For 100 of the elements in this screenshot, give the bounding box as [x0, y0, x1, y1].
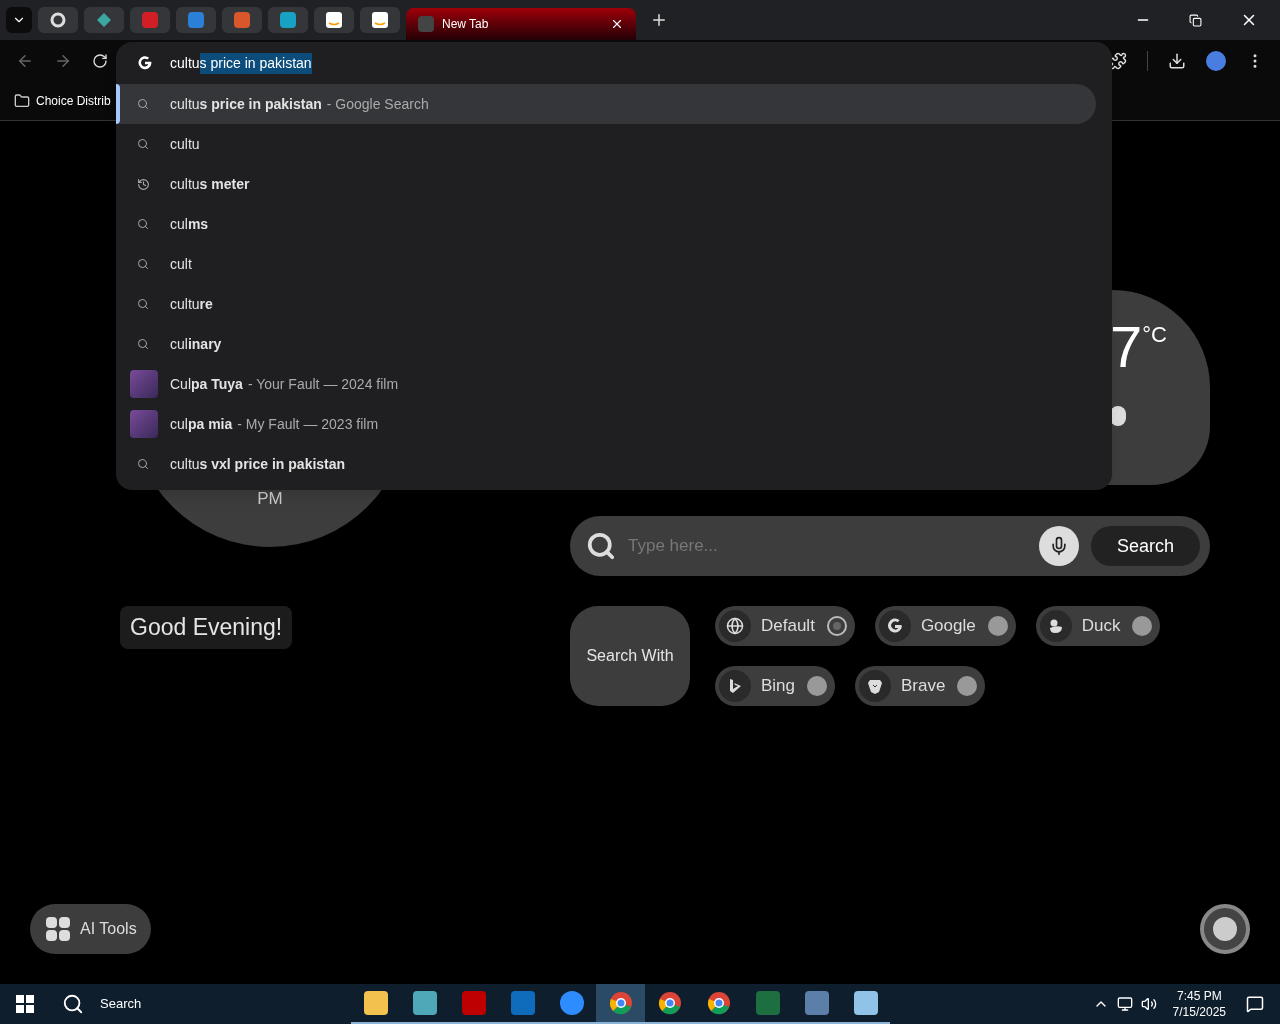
taskbar-app[interactable]: [596, 984, 646, 1024]
pinned-tab[interactable]: [360, 7, 400, 33]
folder-icon: [14, 93, 30, 109]
new-tab-icon[interactable]: [650, 11, 668, 29]
search-icon: [137, 298, 149, 310]
temperature-value: 7: [1110, 318, 1143, 376]
suggestion-item[interactable]: cultus price in pakistan - Google Search: [116, 84, 1096, 124]
clock-date[interactable]: 7/15/2025: [1172, 1004, 1226, 1020]
network-icon[interactable]: [1116, 996, 1133, 1012]
suggestion-item[interactable]: culpa mia - My Fault — 2023 film: [116, 404, 1096, 444]
search-field[interactable]: Type here... Search: [570, 516, 1210, 576]
suggestion-item[interactable]: culms: [116, 204, 1096, 244]
app-icon: [510, 991, 535, 1015]
browser-app-icon: [706, 991, 731, 1015]
record-button[interactable]: [1200, 904, 1250, 954]
globe-icon: [719, 610, 751, 642]
suggestion-text: Culpa Tuya: [170, 374, 243, 394]
suggestion-item[interactable]: culinary: [116, 324, 1096, 364]
tab-title: New Tab: [442, 16, 490, 33]
search-icon[interactable]: [62, 993, 84, 1015]
suggestion-item[interactable]: culture: [116, 284, 1096, 324]
reload-icon[interactable]: [92, 53, 108, 69]
suggestion-detail: - Google Search: [326, 94, 429, 114]
greeting-text: Good Evening!: [120, 606, 293, 649]
suggestion-item[interactable]: cult: [116, 244, 1096, 284]
thumbnail-placeholder: [130, 370, 158, 398]
suggestion-text: culture: [170, 294, 213, 314]
suggestion-item[interactable]: cultus vxl price in pakistan: [116, 444, 1096, 484]
engine-option[interactable]: Bing: [715, 666, 836, 706]
microphone-button[interactable]: [1038, 526, 1079, 566]
site-logo-icon: [188, 12, 204, 28]
browser-app-icon: [608, 991, 633, 1015]
search-button[interactable]: Search: [1090, 526, 1200, 566]
app-icon: [755, 991, 780, 1015]
app-icon: [853, 991, 878, 1015]
suggestion-item[interactable]: cultus meter: [116, 164, 1096, 204]
clock-time[interactable]: 7:45 PM: [1176, 988, 1222, 1004]
suggestion-text: cultus vxl price in pakistan: [170, 454, 346, 474]
suggestion-text: cult: [170, 254, 192, 274]
duck-icon: [1039, 610, 1072, 642]
restore-icon[interactable]: [1189, 13, 1202, 27]
temperature-unit: °C: [1142, 321, 1167, 349]
suggestion-text: culpa mia: [170, 414, 233, 434]
app-icon: [804, 991, 829, 1015]
search-icon: [137, 98, 149, 110]
ring-logo-icon: [50, 12, 66, 28]
forward-icon[interactable]: [54, 52, 72, 70]
ai-tools-button[interactable]: AI Tools: [30, 904, 151, 954]
radio-indicator[interactable]: [826, 616, 847, 636]
search-icon: [586, 531, 616, 561]
tab-search-button[interactable]: [6, 7, 32, 33]
google-logo-icon: [138, 56, 152, 70]
site-logo-icon: [142, 12, 158, 28]
search-icon: [137, 258, 149, 270]
site-logo-icon: [280, 12, 296, 28]
bookmark-link[interactable]: Choice Distrib: [36, 92, 111, 110]
suggestion-item[interactable]: Culpa Tuya - Your Fault — 2024 film: [116, 364, 1096, 404]
search-icon: [137, 138, 149, 150]
engine-option[interactable]: Default: [715, 606, 855, 646]
smile-logo-icon: [326, 12, 342, 28]
profile-avatar[interactable]: [1206, 51, 1226, 71]
suggestion-text: culms: [170, 214, 209, 234]
browser-tab[interactable]: New Tab: [406, 8, 636, 40]
video-app-icon: [559, 991, 584, 1015]
search-with-label: Search With: [570, 606, 690, 706]
engine-logo-icon: [878, 610, 911, 642]
notifications-icon[interactable]: [1246, 995, 1264, 1013]
taskbar-search-label[interactable]: Search: [100, 994, 142, 1014]
history-icon: [136, 177, 150, 191]
app-icon: [461, 991, 486, 1015]
download-icon[interactable]: [1168, 52, 1186, 70]
engine-logo-icon: [719, 670, 751, 702]
clock-period: PM: [257, 487, 283, 510]
browser-app-icon: [657, 991, 682, 1015]
start-icon[interactable]: [16, 995, 34, 1013]
site-logo-icon: [418, 16, 434, 32]
radio-indicator[interactable]: [957, 676, 978, 696]
suggestion-text: cultus meter: [170, 174, 250, 194]
pinned-tab[interactable]: [314, 7, 354, 33]
app-icon: [363, 991, 388, 1015]
site-logo-icon: [234, 12, 250, 28]
back-icon[interactable]: [16, 52, 34, 70]
suggestion-detail: - My Fault — 2023 film: [237, 414, 379, 434]
volume-icon[interactable]: [1140, 996, 1157, 1012]
search-icon: [137, 218, 149, 230]
close-icon[interactable]: [610, 17, 624, 31]
radio-indicator[interactable]: [807, 676, 828, 696]
suggestion-item[interactable]: cultu: [116, 124, 1096, 164]
engine-option[interactable]: Google: [874, 606, 1016, 646]
engine-option[interactable]: Brave: [855, 666, 986, 706]
radio-indicator[interactable]: [987, 616, 1008, 636]
pinned-tab[interactable]: [38, 7, 78, 33]
grid-icon: [44, 915, 72, 943]
radio-indicator[interactable]: [1132, 616, 1153, 636]
extensions-icon[interactable]: [1109, 52, 1127, 70]
thumbnail-placeholder: [130, 410, 158, 438]
search-icon: [137, 458, 149, 470]
engine-option[interactable]: Duck: [1035, 606, 1161, 646]
suggestion-text: culinary: [170, 334, 222, 354]
suggestion-text: cultu: [170, 134, 200, 154]
